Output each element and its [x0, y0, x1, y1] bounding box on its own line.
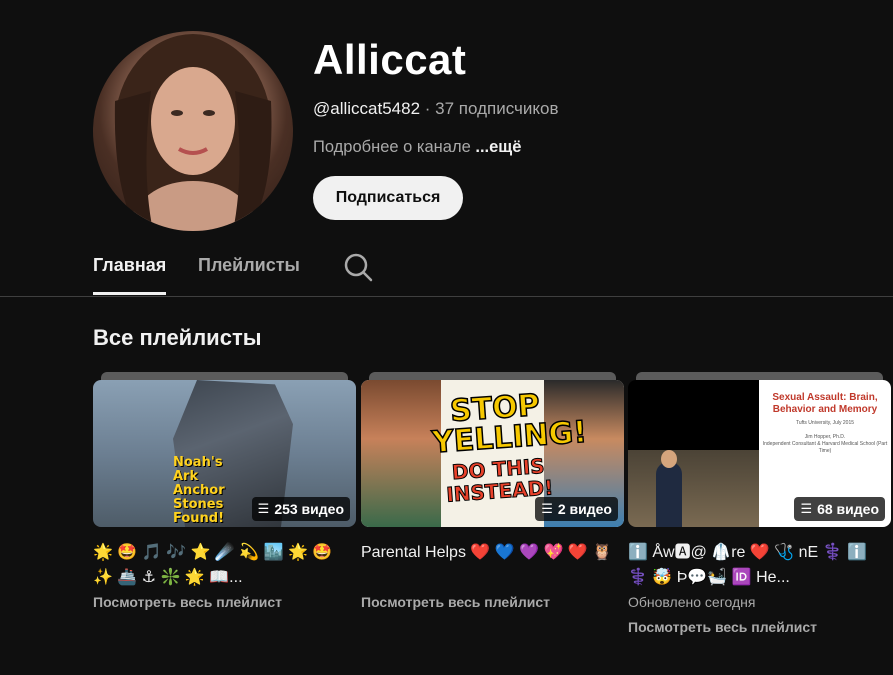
- playlist-title[interactable]: ℹ️ Åw🅰@ 🥼re ❤️ 🩺 nE ⚕️ ℹ️ ⚕️ 🤯 Þ💬🛀 🆔 He.…: [628, 540, 891, 590]
- speaker-head: [661, 450, 677, 468]
- playlist-icon: ☰: [257, 501, 270, 516]
- channel-name: Alliccat: [313, 36, 467, 83]
- slide-affiliation: Independent Consultant & Harvard Medical…: [762, 441, 888, 454]
- channel-tabs: Главная Плейлисты: [0, 244, 893, 297]
- avatar-image: [114, 34, 272, 231]
- playlist-stack: [369, 372, 616, 380]
- channel-avatar[interactable]: [93, 31, 293, 231]
- video-count-badge: ☰ 2 видео: [535, 497, 618, 521]
- about-more-link[interactable]: ...ещё: [475, 138, 521, 156]
- meta-separator: ·: [420, 99, 436, 118]
- playlist-title[interactable]: 🌟 🤩 🎵 🎶 ⭐ ☄️ 💫 🏙️ 🌟 🤩 ✨ 🚢 ⚓ ❇️ 🌟 📖...: [93, 540, 356, 590]
- playlist-thumbnail[interactable]: Sexual Assault: Brain, Behavior and Memo…: [628, 380, 891, 527]
- subscriber-count: 37 подписчиков: [435, 99, 559, 118]
- thumbnail-speaker: [628, 450, 759, 527]
- playlist-updated: Обновлено сегодня: [628, 594, 756, 610]
- channel-meta: @alliccat5482 · 37 подписчиков: [313, 99, 558, 119]
- channel-handle: @alliccat5482: [313, 99, 421, 118]
- view-playlist-link[interactable]: Посмотреть весь плейлист: [628, 619, 817, 635]
- playlist-title[interactable]: Parental Helps ❤️ 💙 💜 💖 ❤️ 🦉: [361, 540, 624, 565]
- video-count: 68 видео: [817, 501, 879, 517]
- video-count-badge: ☰ 68 видео: [794, 497, 885, 521]
- playlist-stack: [101, 372, 348, 380]
- search-icon[interactable]: [343, 252, 373, 282]
- about-text: Подробнее о канале: [313, 138, 471, 156]
- tab-home[interactable]: Главная: [93, 255, 167, 295]
- video-count-badge: ☰ 253 видео: [251, 497, 350, 521]
- slide-subtitle: Tufts University, July 2015: [795, 420, 855, 426]
- video-count: 253 видео: [274, 501, 344, 517]
- view-playlist-link[interactable]: Посмотреть весь плейлист: [93, 594, 282, 610]
- thumbnail-text-main: STOP YELLING!: [430, 387, 589, 461]
- video-count: 2 видео: [557, 501, 612, 517]
- playlist-icon: ☰: [800, 501, 813, 516]
- section-title: Все плейлисты: [93, 325, 262, 350]
- tab-playlists[interactable]: Плейлисты: [198, 255, 300, 292]
- slide-title: Sexual Assault: Brain, Behavior and Memo…: [772, 392, 878, 415]
- playlist-thumbnail[interactable]: STOP YELLING! DO THIS INSTEAD! ☰ 2 видео: [361, 380, 624, 527]
- speaker-body: [656, 462, 682, 527]
- subscribe-button[interactable]: Подписаться: [313, 176, 463, 220]
- slide-author: Jim Hopper, Ph.D.: [804, 434, 846, 440]
- channel-about[interactable]: Подробнее о канале ...ещё: [313, 138, 521, 157]
- thumbnail-text: Noah's Ark Anchor Stones Found!: [173, 455, 225, 526]
- view-playlist-link[interactable]: Посмотреть весь плейлист: [361, 594, 550, 610]
- playlist-thumbnail[interactable]: Noah's Ark Anchor Stones Found! ☰ 253 ви…: [93, 380, 356, 527]
- playlist-icon: ☰: [541, 501, 553, 516]
- playlist-stack: [636, 372, 883, 380]
